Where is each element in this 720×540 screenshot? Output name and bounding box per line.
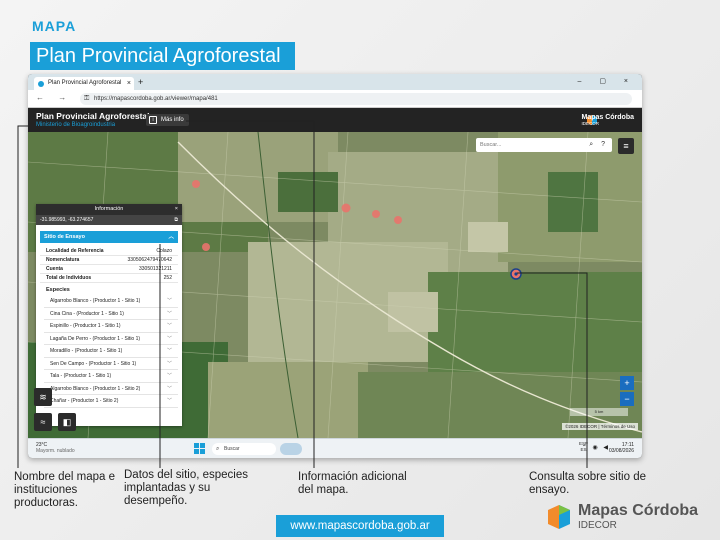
brand-sub: IDECOR — [578, 520, 617, 531]
annotation-map-name: Nombre del mapa e instituciones producto… — [14, 471, 115, 509]
annotation-site-data: Datos del sitio, especies implantadas y … — [124, 469, 249, 507]
brand-name: Mapas Córdoba — [578, 502, 699, 519]
brand-mark-icon — [548, 505, 570, 529]
footer-url[interactable]: www.mapascordoba.gob.ar — [276, 515, 444, 537]
annotation-lines — [17, 120, 588, 468]
annotation-query: Consulta sobre sitio de ensayo. — [529, 471, 646, 496]
annotation-extra-info: Información adicional del mapa. — [298, 471, 407, 496]
brand-logo: Mapas Córdoba IDECOR — [546, 500, 716, 536]
